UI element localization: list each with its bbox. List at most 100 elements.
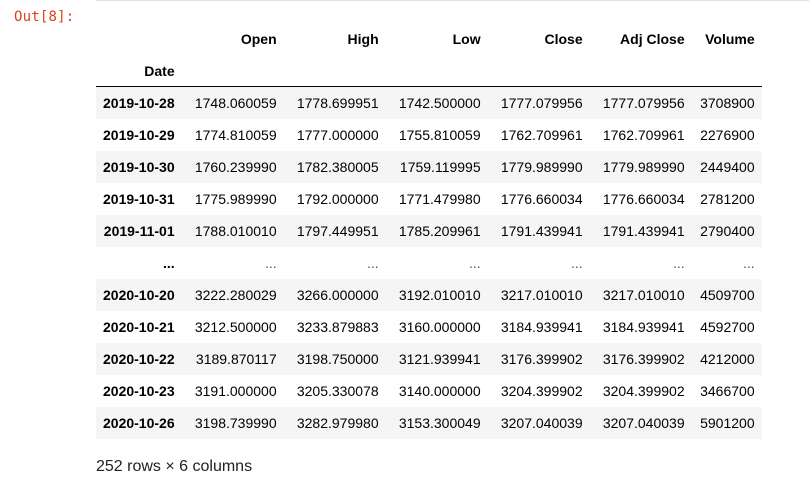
index-name: Date [144, 63, 175, 79]
table-cell: 3207.040039 [602, 415, 685, 431]
table-row: 2019-10-31 1775.989990 1792.000000 1771.479… [96, 183, 762, 215]
table-cell: 3191.000000 [194, 383, 277, 399]
column-header: Adj Close [620, 31, 685, 47]
table-cell: 3121.939941 [398, 351, 481, 367]
dataframe-output: Open High Low Close Adj Close Volume Dat… [96, 22, 762, 439]
table-cell: 1775.989990 [194, 191, 277, 207]
column-header: High [347, 31, 379, 47]
table-cell: 1779.989990 [602, 159, 685, 175]
table-cell: ... [570, 255, 583, 271]
table-cell: 3282.979980 [296, 415, 379, 431]
table-cell: 1791.439941 [602, 223, 685, 239]
table-cell: 5901200 [700, 415, 755, 431]
table-cell: 3222.280029 [194, 287, 277, 303]
table-cell: 3176.399902 [500, 351, 583, 367]
table-cell: 1748.060059 [194, 95, 277, 111]
table-cell: 1797.449951 [296, 223, 379, 239]
table-cell: 1771.479980 [398, 191, 481, 207]
table-cell: ... [672, 255, 685, 271]
table-cell: 2276900 [700, 127, 755, 143]
table-cell: 1777.079956 [602, 95, 685, 111]
table-cell: 1776.660034 [602, 191, 685, 207]
table-cell: 3198.739990 [194, 415, 277, 431]
cell-top-divider [96, 0, 809, 1]
table-cell: 1760.239990 [194, 159, 277, 175]
index-header-blank [96, 22, 182, 56]
column-header: Volume [705, 31, 755, 47]
table-cell: 3184.939941 [500, 319, 583, 335]
table-cell: 1742.500000 [398, 95, 481, 111]
table-row: 2020-10-23 3191.000000 3205.330078 3140.000… [96, 375, 762, 407]
table-cell: 3176.399902 [602, 351, 685, 367]
row-index: 2020-10-21 [103, 319, 175, 335]
table-cell: 3708900 [700, 95, 755, 111]
row-index: 2019-10-29 [103, 127, 175, 143]
output-prompt: Out[8]: [14, 9, 75, 25]
column-header-row: Open High Low Close Adj Close Volume [96, 22, 762, 56]
row-index: 2020-10-23 [103, 383, 175, 399]
table-cell: 2781200 [700, 191, 755, 207]
table-cell: 1762.709961 [602, 127, 685, 143]
table-cell: 1782.380005 [296, 159, 379, 175]
table-cell: 4212000 [700, 351, 755, 367]
table-cell: 3205.330078 [296, 383, 379, 399]
table-cell: 1777.000000 [296, 127, 379, 143]
table-cell: 4509700 [700, 287, 755, 303]
table-cell: 1779.989990 [500, 159, 583, 175]
table-cell: 1785.209961 [398, 223, 481, 239]
row-index: 2020-10-20 [103, 287, 175, 303]
table-cell: 1755.810059 [398, 127, 481, 143]
row-index: 2019-10-31 [103, 191, 175, 207]
row-index: 2019-10-30 [103, 159, 175, 175]
table-cell: 4592700 [700, 319, 755, 335]
table-cell: 3204.399902 [602, 383, 685, 399]
table-cell: 2449400 [700, 159, 755, 175]
table-cell: 1776.660034 [500, 191, 583, 207]
table-cell: 1791.439941 [500, 223, 583, 239]
table-body: 2019-10-28 1748.060059 1778.699951 1742.500… [96, 86, 762, 439]
table-cell: 3233.879883 [296, 319, 379, 335]
table-cell: 3198.750000 [296, 351, 379, 367]
table-row: ..................... [96, 247, 762, 279]
table-cell: 3217.010010 [500, 287, 583, 303]
table-cell: ... [468, 255, 481, 271]
table-cell: 1778.699951 [296, 95, 379, 111]
table-cell: 1774.810059 [194, 127, 277, 143]
table-cell: ... [264, 255, 277, 271]
index-name-row: Date [96, 56, 762, 87]
table-cell: 3204.399902 [500, 383, 583, 399]
table-row: 2020-10-20 3222.280029 3266.000000 3192.010… [96, 279, 762, 311]
column-header: Low [452, 31, 481, 47]
table-row: 2020-10-21 3212.500000 3233.879883 3160.000… [96, 311, 762, 343]
column-header: Close [544, 31, 583, 47]
column-header: Open [240, 31, 277, 47]
table-cell: 3140.000000 [398, 383, 481, 399]
table-row: 2020-10-26 3198.739990 3282.979980 3153.300… [96, 407, 762, 439]
table-row: 2020-10-22 3189.870117 3198.750000 3121.939… [96, 343, 762, 375]
table-row: 2019-11-01 1788.010010 1797.449951 1785.209… [96, 215, 762, 247]
table-cell: 3160.000000 [398, 319, 481, 335]
table-cell: 1777.079956 [500, 95, 583, 111]
table-cell: 3217.010010 [602, 287, 685, 303]
dataframe-table: Open High Low Close Adj Close Volume Dat… [96, 22, 762, 439]
dataframe-shape-summary: 252 rows × 6 columns [96, 458, 253, 475]
table-cell: 3153.300049 [398, 415, 481, 431]
row-index: 2020-10-26 [103, 415, 175, 431]
table-cell: 1792.000000 [296, 191, 379, 207]
table-cell: 1788.010010 [194, 223, 277, 239]
table-row: 2019-10-28 1748.060059 1778.699951 1742.500… [96, 86, 762, 119]
table-cell: 3466700 [700, 383, 755, 399]
table-cell: 3184.939941 [602, 319, 685, 335]
table-cell: 3192.010010 [398, 287, 481, 303]
table-cell: 1762.709961 [500, 127, 583, 143]
table-row: 2019-10-29 1774.810059 1777.000000 1755.810… [96, 119, 762, 151]
table-cell: 1759.119995 [399, 159, 481, 175]
row-index: 2019-11-01 [103, 223, 175, 239]
table-cell: 2790400 [700, 223, 755, 239]
table-cell: 3189.870117 [195, 351, 277, 367]
table-cell: ... [366, 255, 379, 271]
table-row: 2019-10-30 1760.239990 1782.380005 1759.119… [96, 151, 762, 183]
row-index: ... [162, 255, 175, 271]
table-cell: 3207.040039 [500, 415, 583, 431]
table-cell: ... [742, 255, 755, 271]
